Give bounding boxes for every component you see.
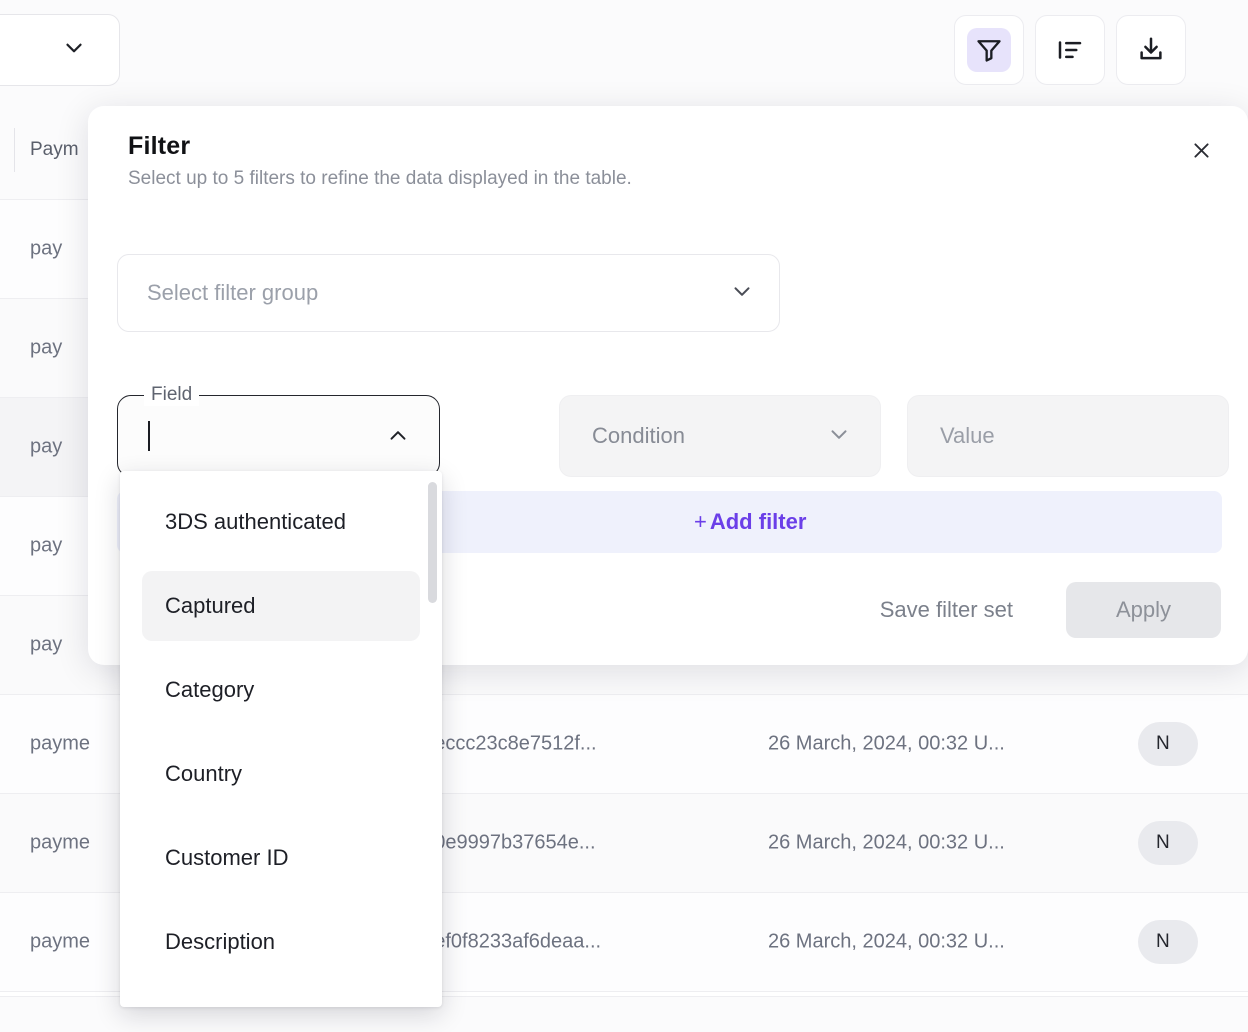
field-option-category[interactable]: Category <box>142 655 420 725</box>
chevron-down-icon <box>826 421 852 452</box>
funnel-icon <box>967 28 1011 72</box>
download-icon <box>1129 28 1173 72</box>
filter-button[interactable] <box>954 15 1024 85</box>
field-option-3ds-authenticated[interactable]: 3DS authenticated <box>142 487 420 557</box>
field-option-country[interactable]: Country <box>142 739 420 809</box>
sort-button[interactable] <box>1035 15 1105 85</box>
cell-payment-id: pay <box>30 337 62 360</box>
sort-lines-icon <box>1048 28 1092 72</box>
field-label: Field <box>144 384 199 406</box>
cell-payment-id: payme <box>30 832 90 855</box>
filter-condition-row: Field Condition Value <box>117 395 1222 477</box>
field-option-captured[interactable]: Captured <box>142 571 420 641</box>
cell-payment-id: payme <box>30 931 90 954</box>
cell-payment-id: payme <box>30 733 90 756</box>
condition-placeholder: Condition <box>592 423 826 449</box>
cell-date: 26 March, 2024, 00:32 U... <box>768 832 1005 855</box>
field-option-customer-id[interactable]: Customer ID <box>142 823 420 893</box>
value-placeholder: Value <box>940 423 995 449</box>
add-filter-button[interactable]: + Add filter <box>694 509 806 535</box>
cell-payment-id: pay <box>30 238 62 261</box>
field-options-list: 3DS authenticated Captured Category Coun… <box>120 471 442 977</box>
save-filter-set-button[interactable]: Save filter set <box>880 597 1013 623</box>
group-select-button[interactable] <box>0 14 120 86</box>
app-root: Paym pay pay pay pay pay payme us_eccc23… <box>0 0 1248 1032</box>
filter-group-placeholder: Select filter group <box>147 280 729 306</box>
text-cursor <box>148 421 150 451</box>
status-badge: N <box>1138 920 1198 964</box>
table-toolbar <box>0 0 1248 100</box>
apply-button[interactable]: Apply <box>1066 582 1221 638</box>
value-input[interactable]: Value <box>907 395 1229 477</box>
cell-date: 26 March, 2024, 00:32 U... <box>768 733 1005 756</box>
cell-payment-id: pay <box>30 535 62 558</box>
close-icon <box>1191 140 1212 166</box>
close-button[interactable] <box>1184 136 1218 170</box>
chevron-down-icon <box>61 35 87 66</box>
status-badge: N <box>1138 821 1198 865</box>
dialog-title: Filter <box>128 132 190 161</box>
field-options-dropdown: 3DS authenticated Captured Category Coun… <box>120 471 442 1007</box>
field-select[interactable]: Field <box>117 395 440 477</box>
plus-icon: + <box>694 509 707 535</box>
dropdown-scrollbar[interactable] <box>428 482 437 603</box>
filter-group-select[interactable]: Select filter group <box>117 254 780 332</box>
chevron-down-icon <box>729 278 755 309</box>
column-header-payment[interactable]: Paym <box>30 139 79 161</box>
cell-date: 26 March, 2024, 00:32 U... <box>768 931 1005 954</box>
cell-payment-id: pay <box>30 436 62 459</box>
dialog-subtitle: Select up to 5 filters to refine the dat… <box>128 168 632 190</box>
cell-payment-id: pay <box>30 634 62 657</box>
condition-select[interactable]: Condition <box>559 395 881 477</box>
add-filter-label: Add filter <box>710 509 807 535</box>
status-badge: N <box>1138 722 1198 766</box>
field-option-description[interactable]: Description <box>142 907 420 977</box>
download-button[interactable] <box>1116 15 1186 85</box>
header-divider <box>14 128 15 172</box>
chevron-up-icon[interactable] <box>385 423 411 449</box>
